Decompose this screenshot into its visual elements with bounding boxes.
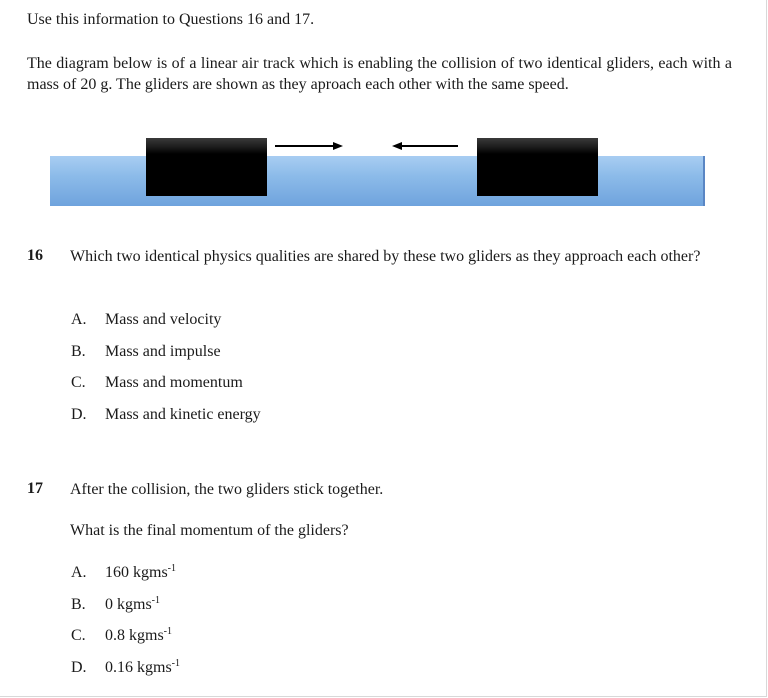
question-16-number: 16 (27, 247, 43, 264)
question-17-text: After the collision, the two gliders sti… (70, 481, 384, 498)
unit-exponent: -1 (167, 563, 177, 574)
unit-exponent: -1 (163, 626, 173, 637)
right-glider (477, 138, 598, 196)
question-17-subquestion: What is the final momentum of the glider… (70, 522, 349, 539)
intro-text: Use this information to Questions 16 and… (27, 11, 315, 28)
question-17-number: 17 (27, 480, 43, 497)
option-letter: B. (71, 343, 86, 360)
unit-exponent: -1 (151, 595, 161, 606)
option-text: Mass and velocity (105, 311, 222, 328)
q17-option-d[interactable]: D. 0.16 kgms-1 (71, 658, 180, 678)
option-value: 160 (105, 564, 129, 581)
q17-option-b[interactable]: B. 0 kgms-1 (71, 595, 160, 615)
air-track-diagram (50, 134, 705, 210)
right-arrow-icon (275, 142, 343, 150)
option-value: 0.16 (105, 659, 133, 676)
option-value: 0 (105, 596, 113, 613)
unit-exponent: -1 (171, 658, 181, 669)
option-letter: D. (71, 406, 87, 423)
q16-option-a[interactable]: A. Mass and velocity (71, 310, 221, 330)
option-letter: A. (71, 311, 87, 328)
unit-base: kgms (129, 627, 164, 644)
option-text: Mass and kinetic energy (105, 406, 261, 423)
q16-option-b[interactable]: B. Mass and impulse (71, 342, 221, 362)
diagram-description: The diagram below is of a linear air tra… (27, 55, 732, 93)
option-letter: C. (71, 627, 86, 644)
question-16-text: Which two identical physics qualities ar… (70, 248, 701, 265)
q16-option-c[interactable]: C. Mass and momentum (71, 373, 243, 393)
left-arrow-icon (392, 142, 458, 150)
q16-option-d[interactable]: D. Mass and kinetic energy (71, 405, 261, 425)
option-letter: D. (71, 659, 87, 676)
option-letter: A. (71, 564, 87, 581)
left-glider (146, 138, 267, 196)
unit-base: kgms (137, 659, 172, 676)
q17-option-c[interactable]: C. 0.8 kgms-1 (71, 626, 172, 646)
option-value: 0.8 (105, 627, 125, 644)
option-text: Mass and momentum (105, 374, 243, 391)
option-letter: C. (71, 374, 86, 391)
unit-base: kgms (117, 596, 152, 613)
option-letter: B. (71, 596, 86, 613)
q17-option-a[interactable]: A. 160 kgms-1 (71, 563, 176, 583)
option-text: Mass and impulse (105, 343, 221, 360)
unit-base: kgms (133, 564, 168, 581)
